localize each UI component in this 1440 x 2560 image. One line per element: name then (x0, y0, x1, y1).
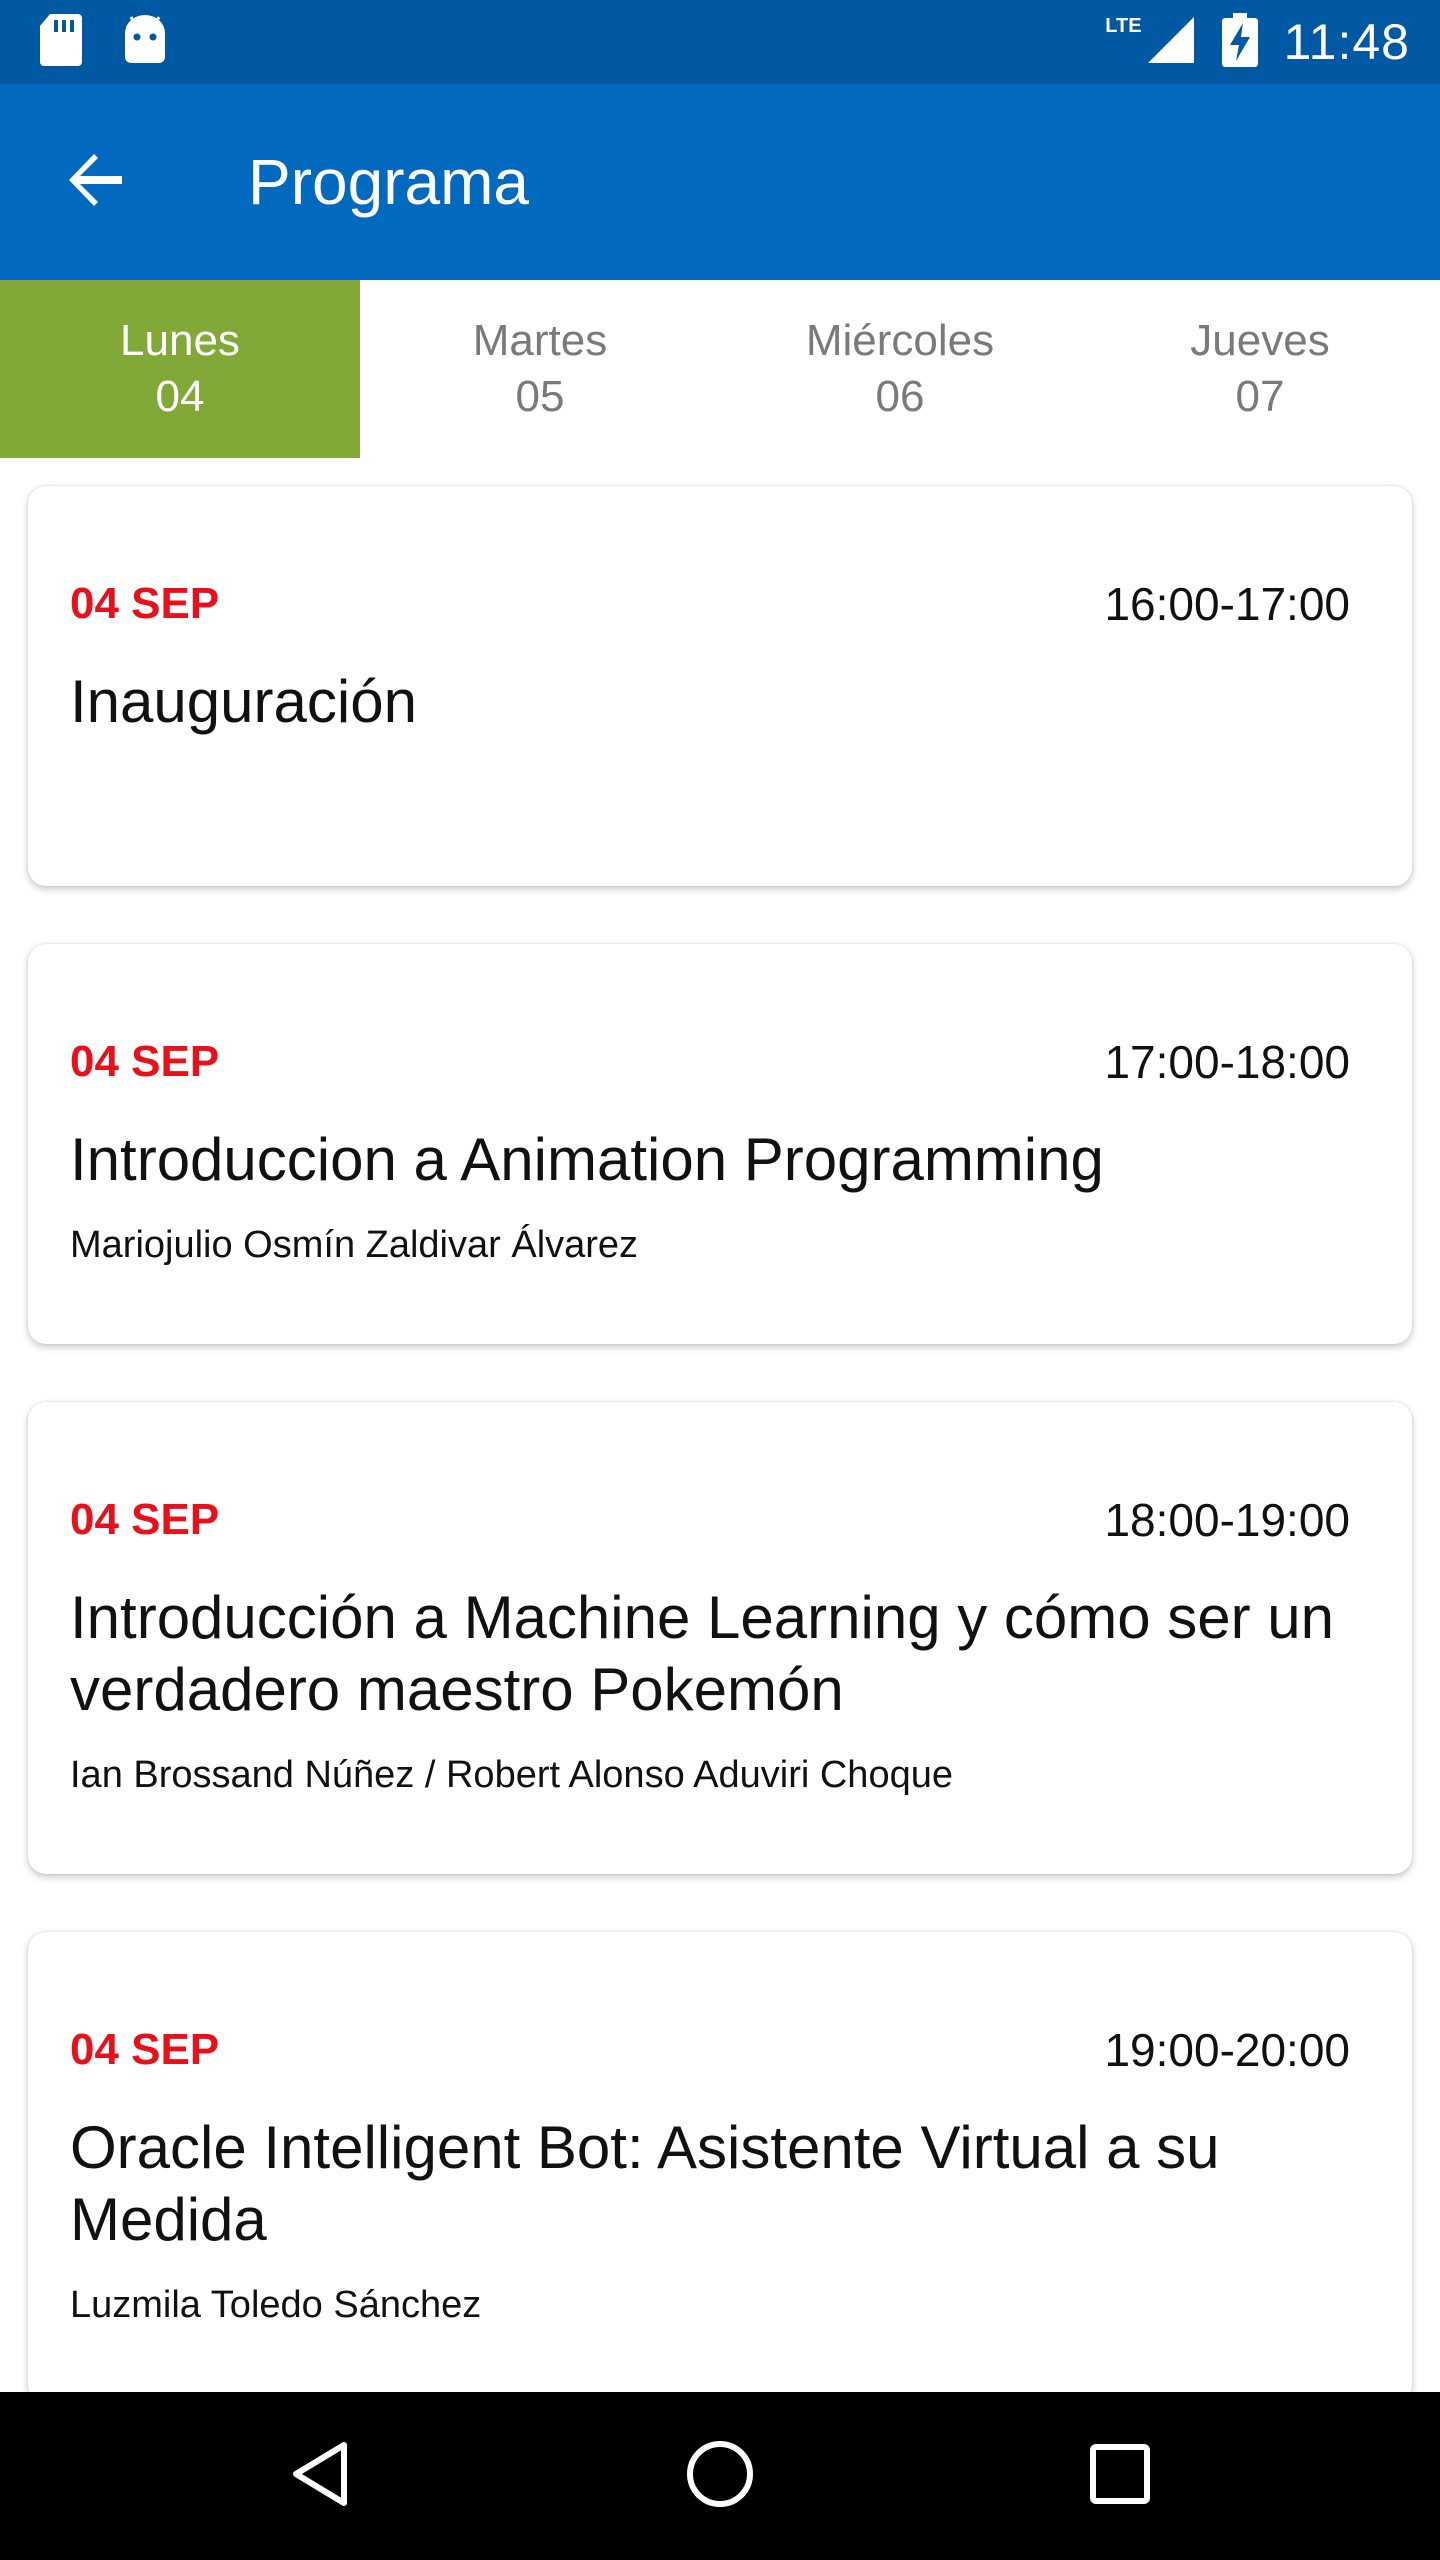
tab-day-number: 07 (1235, 372, 1285, 421)
page-title: Programa (248, 146, 529, 218)
home-circle-icon (686, 2440, 754, 2513)
network-type: LTE (1105, 14, 1142, 37)
session-time: 17:00-18:00 (1104, 1036, 1350, 1088)
session-time: 19:00-20:00 (1104, 2024, 1350, 2076)
session-date: 04 SEP (70, 1495, 220, 1544)
back-triangle-icon (290, 2441, 350, 2512)
tab-day-number: 05 (515, 372, 565, 421)
tab-day-number: 06 (875, 372, 925, 421)
android-icon (122, 14, 168, 70)
battery-charging-icon (1221, 12, 1258, 72)
tab-day-label: Martes (472, 316, 608, 365)
nav-recents-button[interactable] (920, 2392, 1320, 2560)
arrow-back-icon (66, 150, 126, 215)
tab-day-label: Lunes (120, 316, 240, 365)
tab-jueves[interactable]: Jueves 07 (1080, 280, 1440, 458)
session-date: 04 SEP (70, 2025, 220, 2074)
session-time: 16:00-17:00 (1104, 578, 1350, 630)
tab-day-label: Jueves (1190, 316, 1330, 365)
day-tabs: Lunes 04 Martes 05 Miércoles 06 Jueves 0… (0, 280, 1440, 458)
session-speaker: Luzmila Toledo Sánchez (70, 2284, 482, 2326)
session-card[interactable]: 04 SEP 17:00-18:00 Introduccion a Animat… (28, 944, 1412, 1344)
session-title: Oracle Intelligent Bot: Asistente Virtua… (70, 2114, 1220, 2253)
nav-home-button[interactable] (520, 2392, 920, 2560)
session-title: Introducción a Machine Learning y cómo s… (70, 1584, 1335, 1723)
signal-icon (1146, 15, 1196, 70)
session-card[interactable]: 04 SEP 16:00-17:00 Inauguración (28, 486, 1412, 886)
session-card[interactable]: 04 SEP 18:00-19:00 Introducción a Machin… (28, 1402, 1412, 1874)
status-left (40, 13, 168, 71)
session-date: 04 SEP (70, 1037, 220, 1086)
card-header: 04 SEP 18:00-19:00 (70, 1490, 1350, 1550)
tab-lunes[interactable]: Lunes 04 (0, 280, 360, 458)
status-bar: LTE 11:48 (0, 0, 1440, 84)
session-speaker: Mariojulio Osmín Zaldivar Álvarez (70, 1224, 639, 1266)
system-nav-bar (0, 2392, 1440, 2560)
nav-back-button[interactable] (120, 2392, 520, 2560)
sd-card-icon (40, 13, 82, 71)
tab-miercoles[interactable]: Miércoles 06 (720, 280, 1080, 458)
session-list: 04 SEP 16:00-17:00 Inauguración 04 SEP 1… (0, 458, 1440, 2392)
session-time: 18:00-19:00 (1104, 1494, 1350, 1546)
session-card[interactable]: 04 SEP 19:00-20:00 Oracle Intelligent Bo… (28, 1932, 1412, 2392)
session-date: 04 SEP (70, 579, 220, 628)
card-header: 04 SEP 17:00-18:00 (70, 1032, 1350, 1092)
tab-day-number: 04 (155, 372, 205, 421)
status-time: 11:48 (1283, 14, 1410, 70)
recents-square-icon (1090, 2443, 1150, 2509)
app-bar: Programa (0, 84, 1440, 280)
session-title: Inauguración (70, 668, 417, 735)
tab-martes[interactable]: Martes 05 (360, 280, 720, 458)
back-button[interactable] (0, 84, 194, 280)
session-title: Introduccion a Animation Programming (70, 1126, 1104, 1193)
tab-day-label: Miércoles (805, 316, 995, 365)
session-speaker: Ian Brossand Núñez / Robert Alonso Aduvi… (70, 1754, 953, 1796)
status-right: LTE 11:48 (1105, 12, 1410, 72)
card-header: 04 SEP 19:00-20:00 (70, 2020, 1350, 2080)
card-header: 04 SEP 16:00-17:00 (70, 574, 1350, 634)
